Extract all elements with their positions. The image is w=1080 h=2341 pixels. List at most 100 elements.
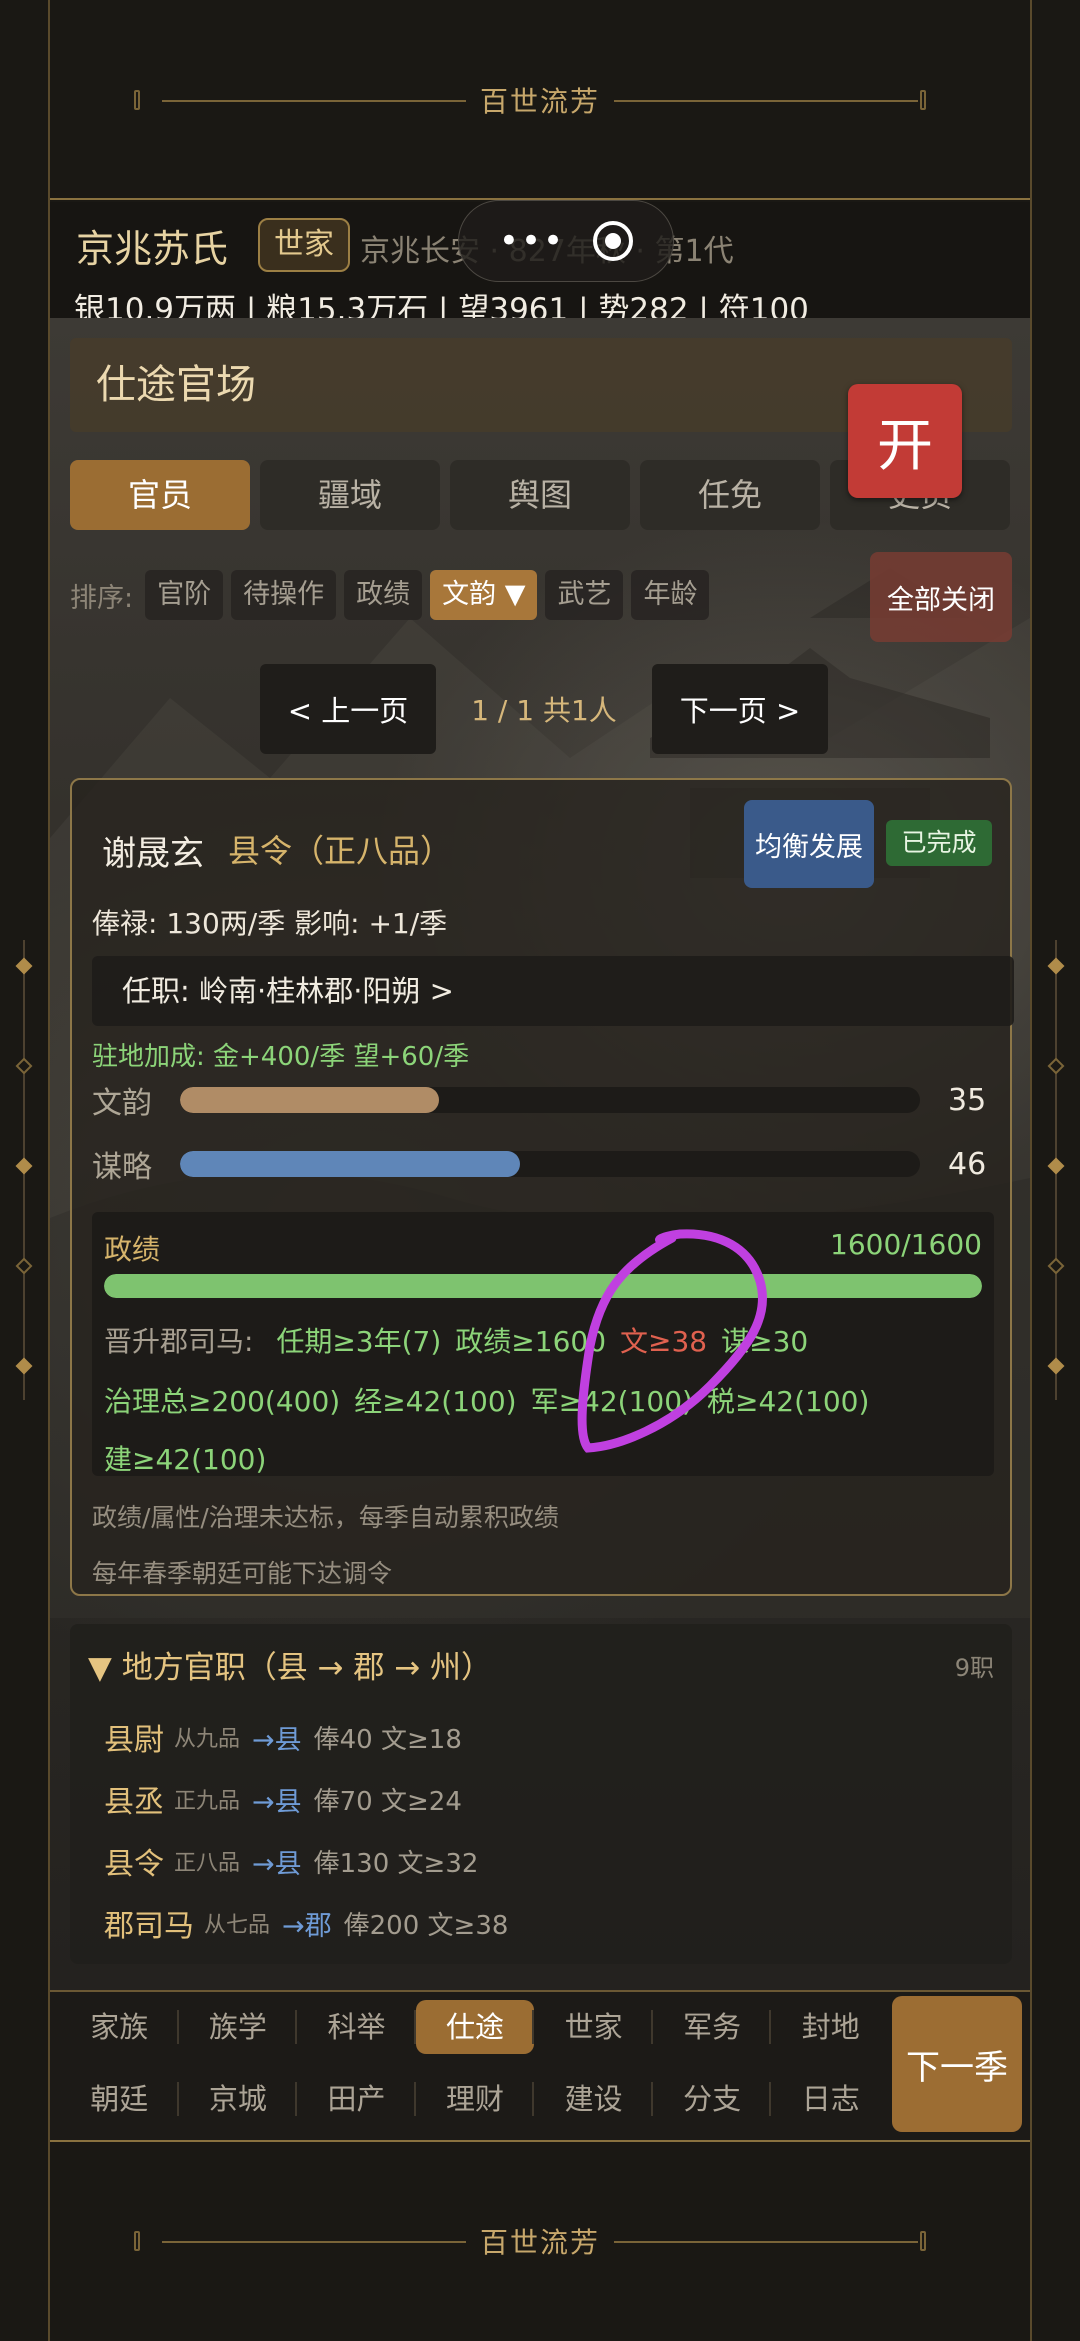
tab-territory[interactable]: 疆域 bbox=[260, 460, 440, 530]
stat-label: 文韵 bbox=[92, 1086, 152, 1121]
nav-item[interactable]: 封地 bbox=[771, 2000, 890, 2054]
nav-item[interactable]: 日志 bbox=[771, 2072, 890, 2126]
stat-strategy: 谋略 46 bbox=[92, 1144, 1012, 1186]
stat-bar bbox=[180, 1087, 920, 1113]
salary-info: 俸禄: 130两/季 影响: +1/季 bbox=[92, 907, 448, 940]
posts-count: 9职 bbox=[954, 1654, 994, 1682]
nav-item[interactable]: 理财 bbox=[416, 2072, 535, 2126]
stat-value: 46 bbox=[948, 1146, 987, 1182]
requirement-item: 任期≥3年(7) bbox=[276, 1325, 442, 1358]
post-requirements: 俸70 文≥24 bbox=[313, 1786, 462, 1817]
bottom-nav: 家族 族学 科举 仕途 世家 军务 封地 朝廷 京城 田产 理财 建设 分支 日志 下一季 bbox=[50, 1990, 1030, 2140]
list-item[interactable]: 郡司马 从七品 →郡 俸200 文≥38 bbox=[104, 1892, 508, 1954]
list-item[interactable]: 县丞 正九品 →县 俸70 文≥24 bbox=[104, 1768, 508, 1830]
post-grade: 从七品 bbox=[204, 1913, 271, 1938]
performance-value: 1600/1600 bbox=[830, 1228, 982, 1261]
banner-title: 百世流芳 bbox=[465, 2221, 614, 2261]
post-grade: 正九品 bbox=[174, 1789, 241, 1814]
nav-item[interactable]: 分支 bbox=[653, 2072, 772, 2126]
post-grade: 正八品 bbox=[174, 1851, 241, 1876]
annotation-scribble bbox=[577, 1229, 768, 1453]
performance-box: 政绩 1600/1600 晋升郡司马: 任期≥3年(7) 政绩≥1600 文≥38 谋… bbox=[92, 1212, 994, 1476]
requirement-item: 治理总≥200(400) bbox=[104, 1385, 341, 1418]
next-page-button[interactable]: 下一页 > bbox=[652, 664, 828, 754]
sort-pending[interactable]: 待操作 bbox=[231, 570, 337, 620]
performance-label: 政绩 bbox=[104, 1233, 161, 1266]
sort-martial[interactable]: 武艺 bbox=[545, 570, 624, 620]
nav-item[interactable]: 世家 bbox=[534, 2000, 653, 2054]
regional-posts-card: ▼ 地方官职（县 → 郡 → 州） 9职 县尉 从九品 →县 俸40 文≥18 … bbox=[70, 1624, 1012, 1964]
nav-item[interactable]: 建设 bbox=[534, 2072, 653, 2126]
family-tag-badge: 世家 bbox=[258, 218, 350, 272]
post-grade: 从九品 bbox=[174, 1727, 241, 1752]
post-level: →郡 bbox=[282, 1910, 332, 1942]
official-panel: 仕途官场 官员 疆域 舆图 任免 吏员 开 排序: 官阶 待操作 政绩 文韵 ▼… bbox=[50, 318, 1030, 1990]
tab-appointment[interactable]: 任免 bbox=[640, 460, 820, 530]
menu-capsule[interactable]: ••• bbox=[458, 200, 674, 282]
promotion-target: 晋升郡司马: bbox=[104, 1325, 254, 1358]
sort-age[interactable]: 年龄 bbox=[631, 570, 710, 620]
tab-officials[interactable]: 官员 bbox=[70, 460, 250, 530]
nav-item[interactable]: 田产 bbox=[297, 2072, 416, 2126]
official-name: 谢晟玄 bbox=[102, 834, 204, 874]
post-level: →县 bbox=[252, 1848, 302, 1880]
close-miniapp-icon[interactable] bbox=[593, 221, 634, 261]
stat-literary: 文韵 35 bbox=[92, 1080, 1012, 1122]
nav-item[interactable]: 仕途 bbox=[415, 2000, 535, 2054]
sort-performance[interactable]: 政绩 bbox=[344, 570, 423, 620]
open-button[interactable]: 开 bbox=[848, 384, 962, 498]
nav-grid: 家族 族学 科举 仕途 世家 军务 封地 朝廷 京城 田产 理财 建设 分支 日志 bbox=[50, 1992, 890, 2134]
sort-label: 排序: bbox=[70, 582, 134, 614]
post-requirements: 俸40 文≥18 bbox=[313, 1724, 462, 1755]
nav-row: 家族 族学 科举 仕途 世家 军务 封地 bbox=[50, 1992, 890, 2062]
post-level: →县 bbox=[252, 1786, 302, 1818]
requirement-item: 经≥42(100) bbox=[354, 1385, 517, 1418]
prev-page-button[interactable]: < 上一页 bbox=[260, 664, 436, 754]
nav-item[interactable]: 军务 bbox=[653, 2000, 772, 2054]
stat-value: 35 bbox=[948, 1082, 987, 1118]
stat-bar-fill bbox=[180, 1151, 521, 1177]
post-name: 县令 bbox=[104, 1847, 164, 1882]
official-rank: 县令（正八品） bbox=[228, 832, 453, 870]
list-item[interactable]: 县令 正八品 →县 俸130 文≥32 bbox=[104, 1830, 508, 1892]
sort-bar: 排序: 官阶 待操作 政绩 文韵 ▼ 武艺 年龄 bbox=[70, 570, 710, 620]
policy-button[interactable]: 均衡发展 bbox=[744, 800, 874, 888]
post-name: 郡司马 bbox=[104, 1909, 194, 1944]
pagination: < 上一页 1 / 1 共1人 下一页 > bbox=[260, 664, 828, 754]
official-card: 谢晟玄 县令（正八品） 均衡发展 已完成 俸禄: 130两/季 影响: +1/季… bbox=[70, 778, 1014, 1596]
bottom-banner: 百世流芳 bbox=[50, 2141, 1030, 2341]
nav-item[interactable]: 京城 bbox=[179, 2072, 298, 2126]
post-name: 县尉 bbox=[104, 1723, 164, 1758]
post-list: 县尉 从九品 →县 俸40 文≥18 县丞 正九品 →县 俸70 文≥24 县令… bbox=[104, 1706, 508, 1954]
sort-rank[interactable]: 官阶 bbox=[145, 570, 224, 620]
status-badge: 已完成 bbox=[886, 820, 992, 866]
nav-item[interactable]: 朝廷 bbox=[60, 2072, 179, 2126]
list-item[interactable]: 县尉 从九品 →县 俸40 文≥18 bbox=[104, 1706, 508, 1768]
post-location-row[interactable]: 任职: 岭南·桂林郡·阳朔 > bbox=[92, 956, 1014, 1026]
stat-bar-fill bbox=[180, 1087, 439, 1113]
performance-bar-fill bbox=[104, 1274, 982, 1298]
page-info: 1 / 1 共1人 bbox=[471, 694, 617, 727]
nav-item[interactable]: 族学 bbox=[179, 2000, 298, 2054]
performance-bar bbox=[104, 1274, 982, 1298]
post-requirements: 俸130 文≥32 bbox=[313, 1848, 479, 1879]
post-level: →县 bbox=[252, 1724, 302, 1756]
construction-requirement: 建≥42(100) bbox=[104, 1438, 294, 1478]
performance-note: 政绩/属性/治理未达标，每季自动累积政绩 bbox=[92, 1503, 559, 1532]
post-bonus: 驻地加成: 金+400/季 望+60/季 bbox=[92, 1042, 470, 1072]
right-ornament bbox=[1044, 940, 1068, 1400]
post-name: 县丞 bbox=[104, 1785, 164, 1820]
nav-item[interactable]: 家族 bbox=[60, 2000, 179, 2054]
post-requirements: 俸200 文≥38 bbox=[343, 1910, 509, 1941]
next-season-button[interactable]: 下一季 bbox=[892, 1996, 1022, 2132]
transfer-note: 每年春季朝廷可能下达调令 bbox=[92, 1559, 393, 1588]
nav-item[interactable]: 科举 bbox=[297, 2000, 416, 2054]
regional-posts-toggle[interactable]: ▼ 地方官职（县 → 郡 → 州） bbox=[88, 1642, 492, 1687]
left-ornament bbox=[12, 940, 36, 1400]
nav-row: 朝廷 京城 田产 理财 建设 分支 日志 bbox=[50, 2064, 890, 2134]
more-icon[interactable]: ••• bbox=[499, 221, 565, 261]
sort-literary[interactable]: 文韵 ▼ bbox=[430, 570, 538, 620]
requirement-item: 建≥42(100) bbox=[104, 1443, 267, 1476]
tab-map[interactable]: 舆图 bbox=[450, 460, 630, 530]
close-all-button[interactable]: 全部关闭 bbox=[870, 552, 1012, 642]
